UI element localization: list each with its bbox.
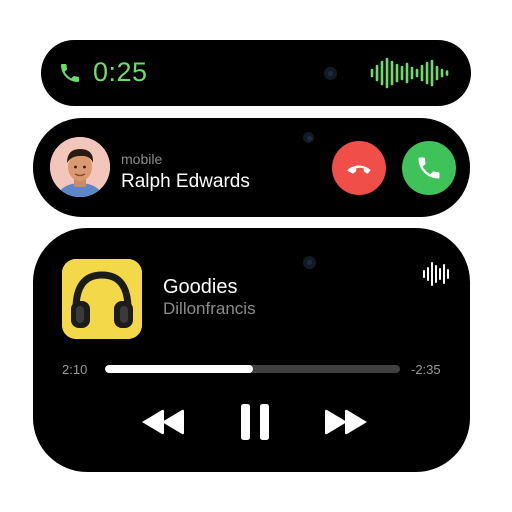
front-camera: [303, 132, 314, 143]
headphones-icon: [62, 259, 142, 339]
incoming-call-pill: mobile Ralph Edwards: [33, 118, 470, 217]
caller-type-label: mobile: [121, 151, 163, 167]
active-call-pill[interactable]: 0:25: [41, 40, 471, 106]
front-camera: [324, 67, 337, 80]
media-player-pill: Goodies Dillonfrancis 2:10 -2:35: [33, 228, 470, 472]
front-camera: [303, 256, 316, 269]
pause-icon: [241, 404, 269, 440]
progress-fill: [105, 365, 253, 373]
audio-waveform-icon: [370, 57, 449, 89]
rewind-icon: [142, 409, 184, 435]
accept-call-button[interactable]: [402, 141, 456, 195]
pause-button[interactable]: [238, 402, 272, 442]
phone-icon: [61, 64, 79, 82]
phone-down-icon: [347, 165, 371, 174]
track-artist: Dillonfrancis: [163, 299, 256, 318]
remaining-time: -2:35: [411, 362, 441, 377]
decline-call-button[interactable]: [332, 141, 386, 195]
phone-icon: [418, 157, 440, 179]
rewind-button[interactable]: [140, 404, 186, 440]
track-title: Goodies: [163, 276, 238, 298]
caller-name: Ralph Edwards: [121, 171, 250, 192]
avatar: [50, 137, 110, 197]
progress-scrubber[interactable]: [105, 365, 400, 373]
call-timer: 0:25: [93, 57, 148, 87]
fast-forward-button[interactable]: [323, 404, 369, 440]
audio-waveform-icon[interactable]: [422, 260, 452, 288]
album-art: [62, 259, 142, 339]
elapsed-time: 2:10: [62, 362, 88, 377]
fast-forward-icon: [325, 409, 367, 435]
